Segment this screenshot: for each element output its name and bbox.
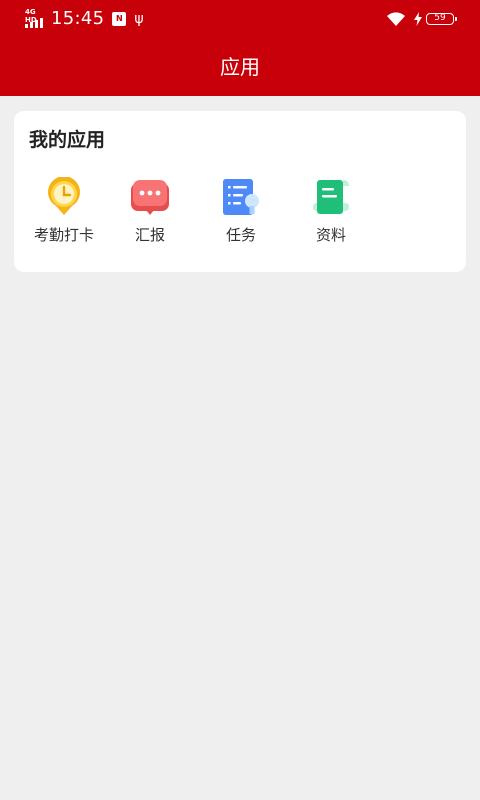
usb-icon: ψ xyxy=(134,11,144,27)
app-label: 汇报 xyxy=(134,226,165,244)
status-left: 4G HD 15:45 N ψ xyxy=(25,8,144,30)
page-title: 应用 xyxy=(220,55,260,79)
app-attendance[interactable]: 考勤打卡 xyxy=(24,177,104,249)
app-label: 任务 xyxy=(225,226,256,244)
app-task[interactable]: 任务 xyxy=(201,177,281,249)
wifi-icon xyxy=(387,12,405,26)
app-documents[interactable]: 资料 xyxy=(291,177,371,249)
task-list-icon xyxy=(223,179,259,215)
cellular-signal-icon: 4G HD xyxy=(25,8,47,29)
status-right: 59 xyxy=(386,10,457,28)
section-title: 我的应用 xyxy=(29,129,106,151)
status-time: 15:45 xyxy=(51,8,105,29)
document-icon xyxy=(313,180,349,214)
battery-icon: 59 xyxy=(426,13,457,25)
header-bar: 应用 xyxy=(0,38,480,96)
my-apps-card: 我的应用 考勤打卡 汇报 任务 资料 xyxy=(14,111,466,272)
app-label: 资料 xyxy=(315,226,346,244)
clock-pin-icon xyxy=(48,177,80,215)
app-grid: 考勤打卡 汇报 任务 资料 xyxy=(14,177,466,257)
chat-bubble-icon xyxy=(131,180,169,215)
app-report[interactable]: 汇报 xyxy=(110,177,190,249)
status-bar: 4G HD 15:45 N ψ 59 xyxy=(0,0,480,38)
app-label: 考勤打卡 xyxy=(33,226,94,244)
charging-icon xyxy=(414,12,422,26)
nfc-icon: N xyxy=(112,12,127,26)
battery-level: 59 xyxy=(434,13,446,23)
